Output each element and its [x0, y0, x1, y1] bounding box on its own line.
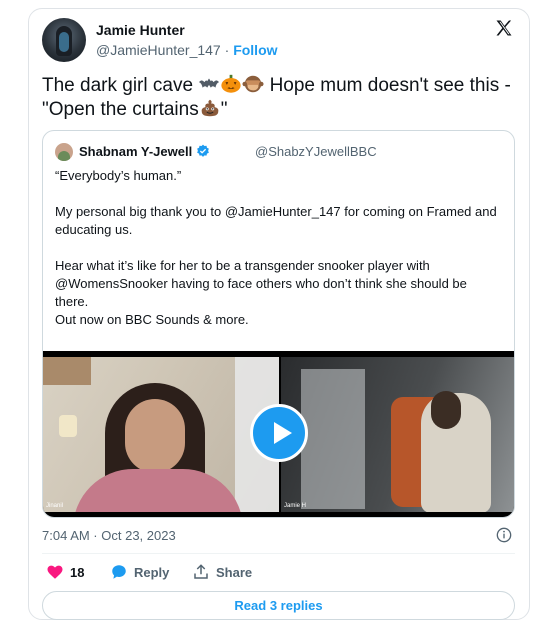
x-logo-icon[interactable]	[494, 18, 514, 38]
info-icon[interactable]	[496, 527, 512, 543]
reply-button[interactable]: Reply	[110, 563, 169, 581]
play-icon[interactable]	[250, 404, 308, 462]
handle-separator: ·	[220, 42, 234, 58]
quoted-line-3: Hear what it’s like for her to be a tran…	[55, 258, 467, 309]
pile-of-poo-icon	[201, 99, 219, 117]
quoted-tweet[interactable]: Shabnam Y-Jewell @ShabzYJewellBBC “Every…	[42, 130, 515, 518]
video-left-frame: Jinanil	[43, 357, 279, 512]
divider	[42, 553, 515, 554]
reply-label: Reply	[134, 564, 170, 580]
quoted-author-avatar[interactable]	[55, 143, 73, 161]
author-name[interactable]: Jamie Hunter	[96, 22, 185, 38]
quoted-line-1: “Everybody’s human.”	[55, 168, 182, 183]
reply-bubble-icon	[112, 565, 126, 579]
quoted-line-2: My personal big thank you to @JamieHunte…	[55, 204, 497, 237]
share-label: Share	[216, 564, 253, 580]
video-right-tag: Jamie H	[284, 503, 307, 509]
quoted-author-handle[interactable]: @ShabzYJewellBBC	[255, 144, 377, 159]
video-right-frame: Jamie H	[281, 357, 514, 512]
like-button[interactable]: 18	[46, 563, 84, 581]
heart-icon	[47, 565, 63, 579]
bat-emoji-icon	[199, 78, 220, 88]
see-no-evil-monkey-icon	[242, 75, 264, 93]
read-replies-button[interactable]: Read 3 replies	[42, 591, 515, 620]
quoted-author-name[interactable]: Shabnam Y-Jewell	[79, 144, 192, 159]
video-left-tag: Jinanil	[46, 503, 64, 509]
tweet-text-part3: "	[220, 99, 228, 120]
author-handle-line: @JamieHunter_147 · Follow	[96, 42, 278, 58]
verified-badge-icon	[196, 144, 209, 157]
quoted-tweet-text: “Everybody’s human.” My personal big tha…	[55, 167, 501, 329]
tweet-timestamp[interactable]: 7:04 AM · Oct 23, 2023	[42, 528, 176, 543]
share-button[interactable]: Share	[192, 563, 252, 581]
quoted-line-4: Out now on BBC Sounds & more.	[55, 312, 249, 327]
author-handle[interactable]: @JamieHunter_147	[96, 42, 221, 58]
jack-o-lantern-icon	[221, 74, 241, 93]
share-icon	[194, 564, 208, 579]
quoted-author-name-line[interactable]: Shabnam Y-Jewell	[79, 144, 210, 159]
like-count: 18	[70, 564, 85, 580]
tweet-text: The dark girl cave Hope mum doesn't see …	[42, 74, 512, 122]
tweet-text-part1: The dark girl cave	[42, 75, 199, 96]
video-player[interactable]: Jinanil Jamie H	[43, 351, 514, 517]
follow-button[interactable]: Follow	[233, 42, 277, 58]
author-avatar[interactable]	[42, 18, 86, 62]
